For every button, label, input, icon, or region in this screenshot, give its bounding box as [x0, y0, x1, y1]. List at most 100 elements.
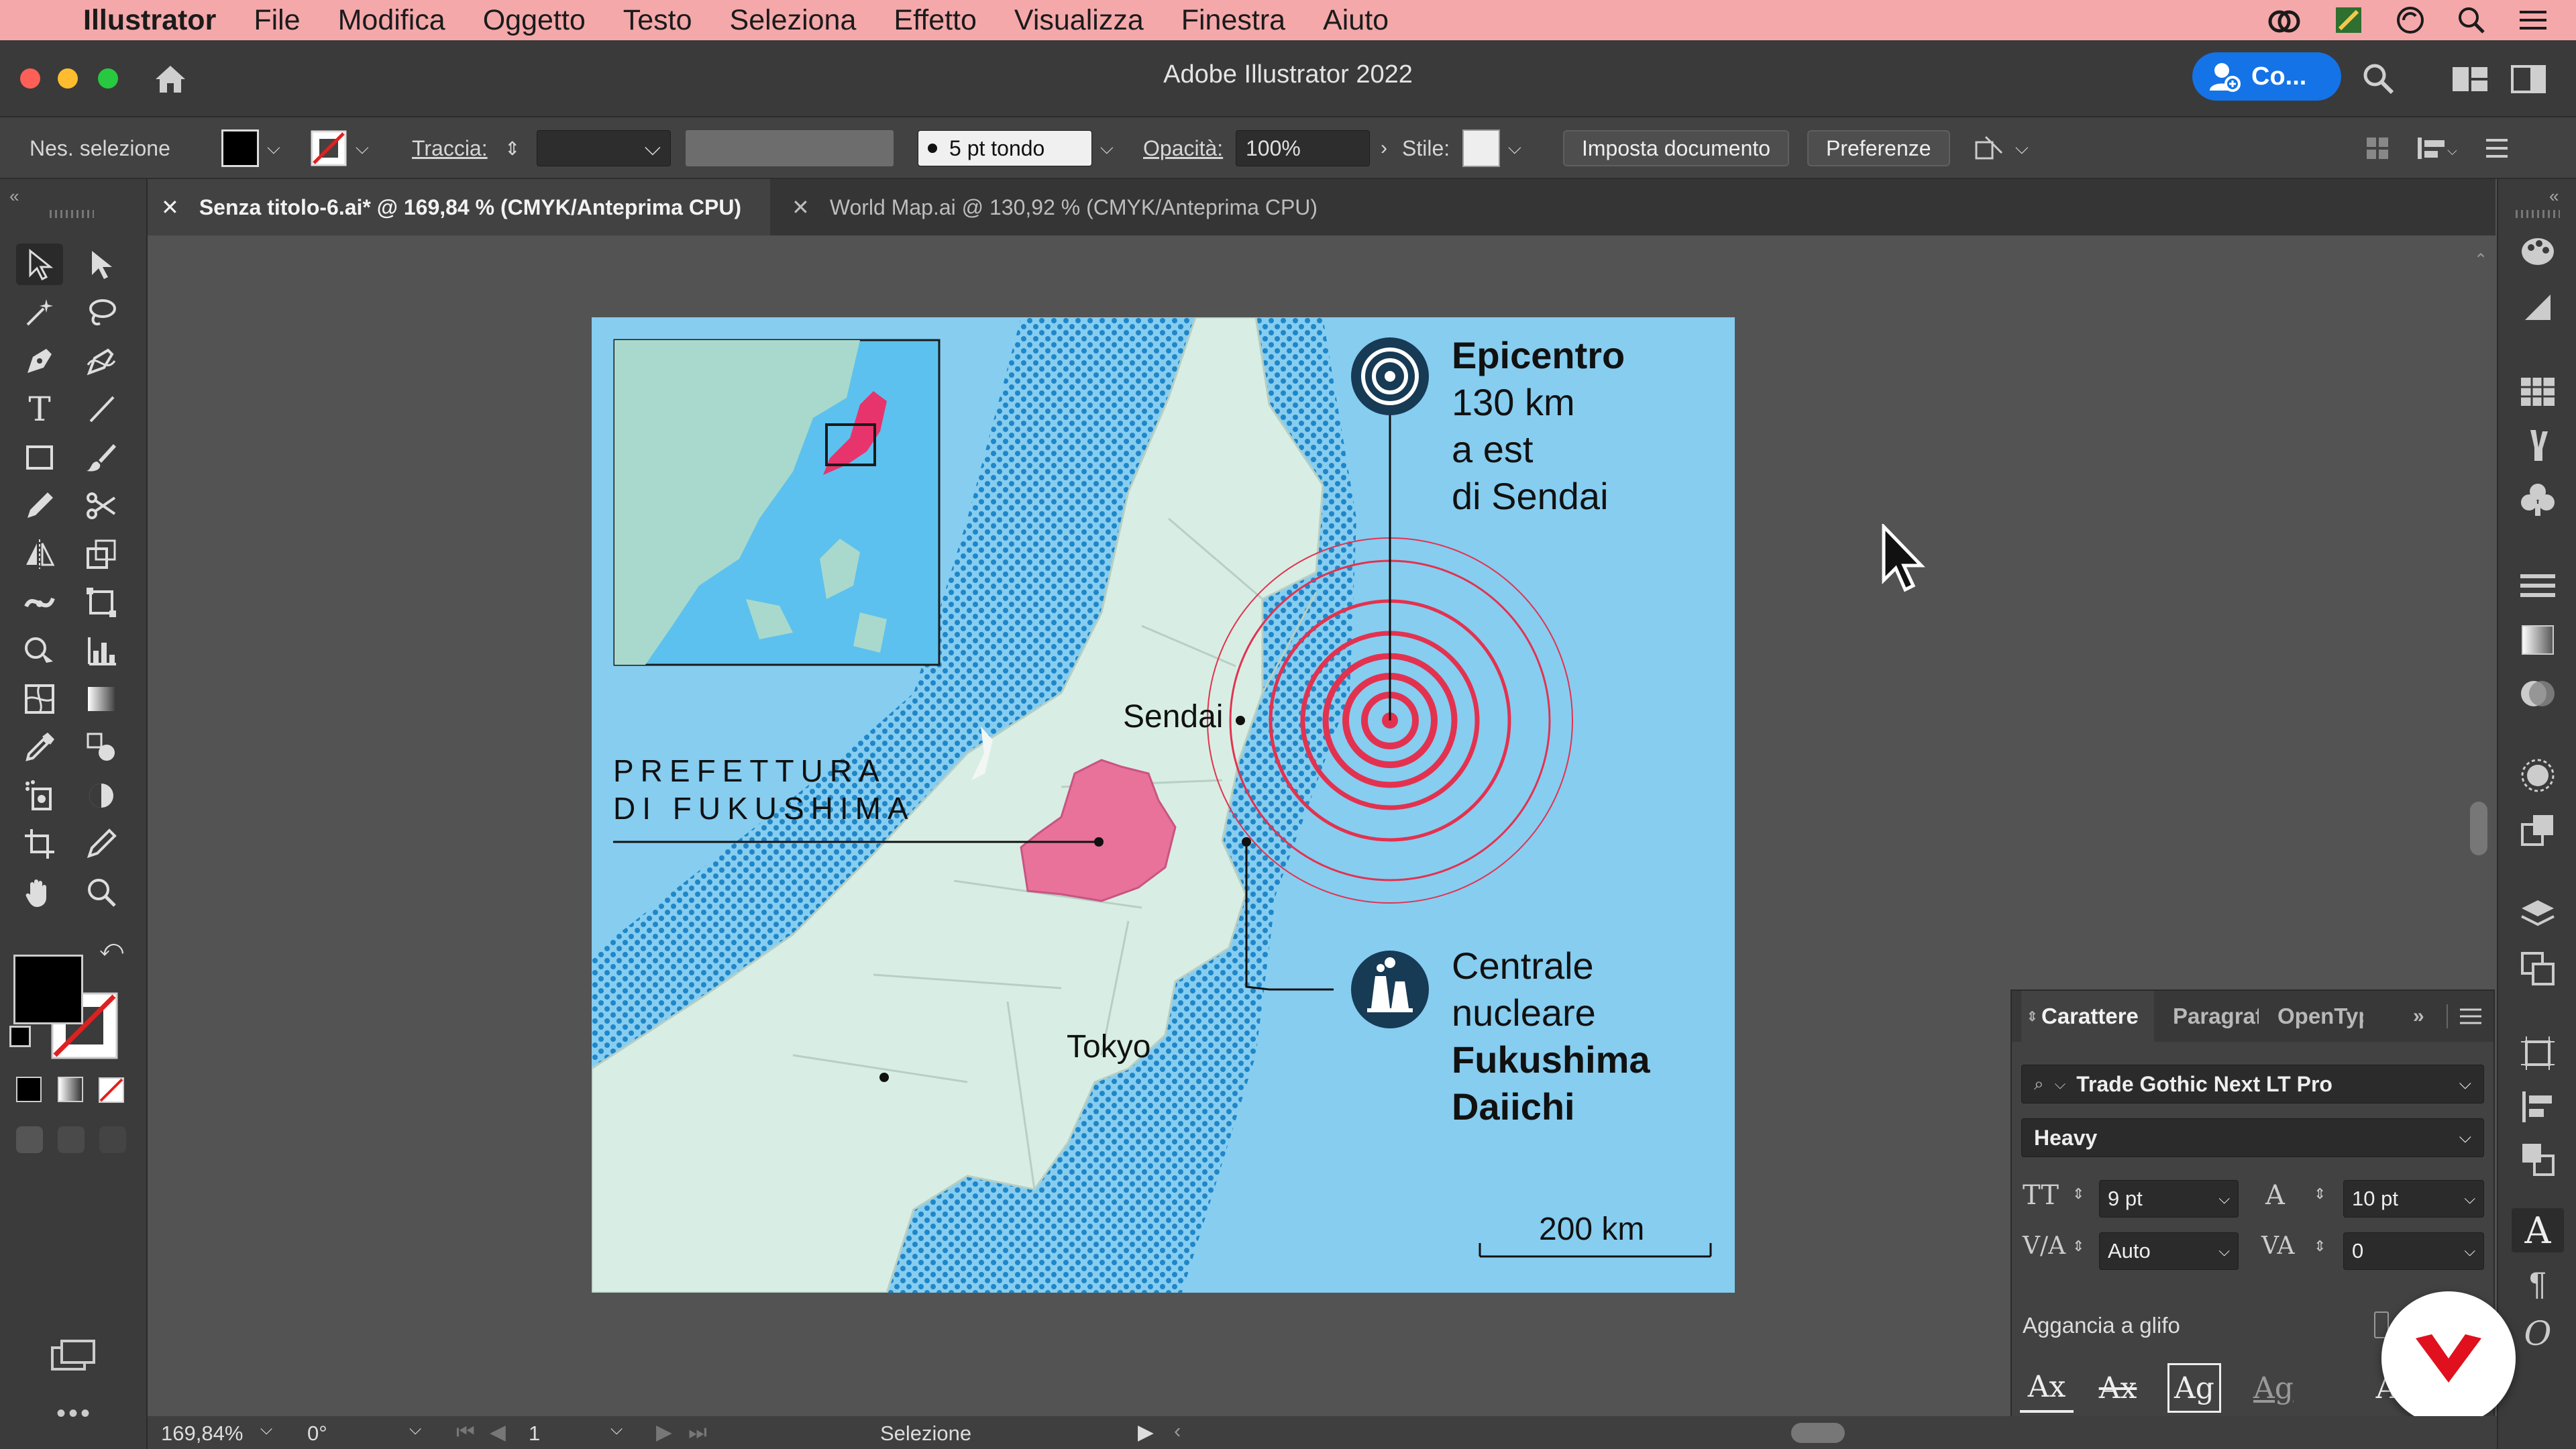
scroll-up-icon[interactable]: ⌃	[2474, 250, 2487, 270]
panel-toggle-icon[interactable]	[2510, 64, 2546, 94]
width-tool-icon[interactable]	[16, 582, 63, 623]
chevron-down-icon[interactable]: ⌵	[267, 138, 280, 159]
scale-tool-icon[interactable]	[78, 533, 125, 575]
brush-definition-dropdown[interactable]: 5 pt tondo	[918, 130, 1092, 166]
menu-seleziona[interactable]: Seleziona	[730, 4, 857, 37]
tab-paragrafo[interactable]: Paragraf	[2173, 991, 2259, 1042]
transparency-panel-icon[interactable]	[2512, 672, 2564, 716]
glyph-baseline-button[interactable]: Ax	[2020, 1363, 2074, 1413]
glyph-bounds-button[interactable]: Ag	[2167, 1363, 2221, 1413]
rotation-value[interactable]: 0°	[307, 1421, 327, 1446]
control-center-icon[interactable]	[2517, 7, 2549, 34]
eyedropper-tool-icon[interactable]	[16, 727, 63, 768]
free-transform-tool-icon[interactable]	[78, 582, 125, 623]
first-artboard-icon[interactable]: ⏮	[456, 1420, 475, 1445]
chevron-down-icon[interactable]: ⌵	[260, 1420, 272, 1439]
magic-wand-tool-icon[interactable]	[16, 292, 63, 333]
symbols-panel-icon[interactable]	[2512, 477, 2564, 521]
scissors-tool-icon[interactable]	[78, 485, 125, 527]
artboards-panel-icon[interactable]	[2512, 947, 2564, 991]
menu-visualizza[interactable]: Visualizza	[1014, 4, 1144, 37]
graph-tool-icon[interactable]	[78, 630, 125, 672]
tab-carattere[interactable]: ⇕ Carattere	[2021, 991, 2154, 1042]
spotlight-search-icon[interactable]	[2457, 5, 2486, 35]
swap-colors-icon[interactable]: ⤺	[99, 936, 123, 962]
fill-swatch[interactable]	[221, 129, 259, 167]
font-size-field[interactable]: 9 pt ⌵	[2099, 1180, 2239, 1218]
chevron-down-icon[interactable]: ⌵	[356, 138, 369, 159]
tab-world-map[interactable]: ✕ World Map.ai @ 130,92 % (CMYK/Anteprim…	[792, 179, 1318, 235]
artboard[interactable]: Epicentro 130 km a est di Sendai Sendai …	[592, 317, 1735, 1293]
gradient-tool-icon[interactable]	[78, 678, 125, 720]
none-mode-icon[interactable]	[98, 1077, 125, 1104]
tab-opentype[interactable]: OpenTyp	[2277, 991, 2363, 1042]
stepper-icon[interactable]: ⇕	[2072, 1185, 2084, 1203]
chevron-down-icon[interactable]: ⌵	[610, 1420, 623, 1439]
sync-icon[interactable]	[2395, 5, 2426, 36]
appearance-panel-icon[interactable]	[2512, 753, 2564, 798]
glyph-xheight-button[interactable]: Ax	[2091, 1363, 2145, 1413]
blend-tool-icon[interactable]	[78, 727, 125, 768]
chevron-down-icon[interactable]: ⌵	[409, 1420, 421, 1439]
color-guide-icon[interactable]	[2512, 285, 2564, 329]
rectangle-tool-icon[interactable]	[16, 437, 63, 478]
horizontal-scrollbar-thumb[interactable]	[1791, 1423, 1845, 1443]
brushes-panel-icon[interactable]	[2512, 423, 2564, 468]
reflect-tool-icon[interactable]	[16, 533, 63, 575]
expand-panels-icon[interactable]: «	[2549, 186, 2559, 207]
panel-menu-icon[interactable]	[2483, 136, 2510, 160]
vertical-scrollbar-thumb[interactable]	[2470, 802, 2487, 855]
extension-icon[interactable]	[2333, 5, 2364, 36]
preferences-button[interactable]: Preferenze	[1807, 130, 1950, 166]
chevron-down-icon[interactable]: ⌵	[1508, 138, 1521, 159]
stroke-panel-icon[interactable]	[2512, 564, 2564, 608]
fill-color-front[interactable]	[13, 955, 83, 1024]
opacity-input[interactable]: 100%	[1236, 130, 1370, 166]
leading-field[interactable]: 10 pt ⌵	[2343, 1180, 2484, 1218]
variable-width-profile[interactable]	[686, 130, 894, 166]
mesh-tool-icon[interactable]	[16, 678, 63, 720]
next-artboard-icon[interactable]: ▶	[656, 1420, 672, 1444]
pen-tool-icon[interactable]	[16, 340, 63, 382]
gradient-panel-icon[interactable]	[2512, 618, 2564, 662]
symbol-sprayer-tool-icon[interactable]	[16, 775, 63, 816]
creative-cloud-icon[interactable]	[2266, 7, 2302, 34]
character-panel-icon[interactable]: A	[2512, 1208, 2564, 1252]
paintbrush-tool-icon[interactable]	[78, 437, 125, 478]
menu-file[interactable]: File	[254, 4, 300, 37]
stepper-icon[interactable]: ⇕	[2072, 1238, 2084, 1255]
workspace-icon[interactable]	[2451, 66, 2489, 93]
menu-finestra[interactable]: Finestra	[1181, 4, 1285, 37]
opentype-panel-icon[interactable]: O	[2512, 1311, 2564, 1356]
share-button[interactable]: Co...	[2192, 52, 2341, 101]
panel-menu-icon[interactable]	[2459, 1007, 2483, 1027]
stroke-stepper-icon[interactable]: ⇕	[504, 117, 520, 179]
search-icon[interactable]	[2361, 62, 2395, 95]
paragraph-panel-icon[interactable]: ¶	[2512, 1262, 2564, 1306]
zoom-level[interactable]: 169,84%	[161, 1421, 243, 1446]
scroll-left-icon[interactable]: ‹	[1174, 1419, 1181, 1443]
selection-tool-icon[interactable]	[16, 244, 63, 285]
close-tab-icon[interactable]: ✕	[161, 195, 179, 220]
menu-effetto[interactable]: Effetto	[894, 4, 977, 37]
live-paint-tool-icon[interactable]	[78, 775, 125, 816]
more-tools-icon[interactable]: •••	[56, 1399, 93, 1429]
font-style-field[interactable]: Heavy ⌵	[2021, 1118, 2484, 1157]
align-panel-icon[interactable]	[2512, 1085, 2564, 1129]
opacity-label[interactable]: Opacità:	[1143, 117, 1223, 179]
color-panel-icon[interactable]	[2512, 229, 2564, 273]
color-mode-icon[interactable]	[16, 1077, 42, 1102]
stroke-weight-dropdown[interactable]: ⌵	[537, 130, 671, 166]
default-colors-icon[interactable]	[9, 1026, 31, 1047]
draw-inside-icon[interactable]	[99, 1126, 126, 1153]
screen-mode-icon[interactable]	[50, 1338, 97, 1372]
logo-badge[interactable]	[2381, 1291, 2516, 1426]
slice-tool-icon[interactable]	[78, 823, 125, 865]
draw-normal-icon[interactable]	[16, 1126, 43, 1153]
stepper-icon[interactable]: ⇕	[2314, 1185, 2326, 1203]
glyph-proximity-button[interactable]: Ag	[2247, 1363, 2300, 1413]
menu-aiuto[interactable]: Aiuto	[1323, 4, 1389, 37]
graphic-styles-icon[interactable]	[2512, 808, 2564, 853]
swatches-panel-icon[interactable]	[2512, 370, 2564, 414]
graphic-style-swatch[interactable]	[1462, 129, 1500, 167]
